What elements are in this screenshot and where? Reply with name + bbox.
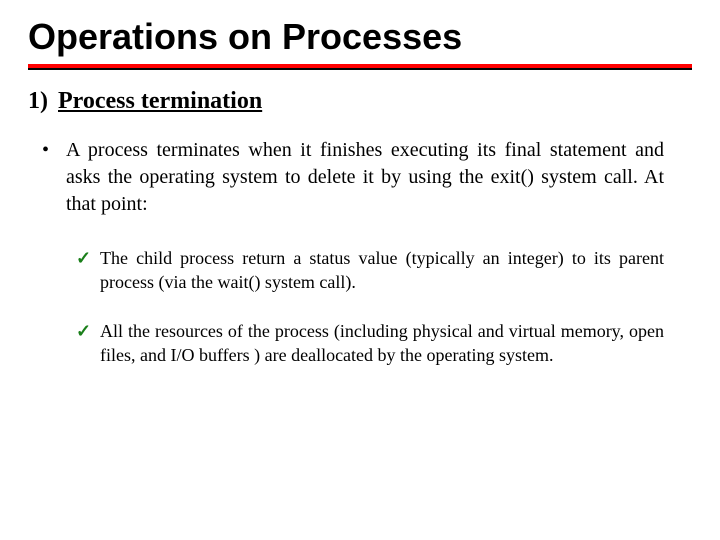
section-number: 1) [28,88,48,115]
section-heading: Process termination [58,88,262,115]
check-text-1: The child process return a status value … [100,246,664,295]
check-text-2: All the resources of the process (includ… [100,319,664,368]
check-icon: ✓ [76,246,92,295]
bullet-item: • A process terminates when it finishes … [42,137,664,218]
section-heading-row: 1) Process termination [28,88,692,115]
bullet-text: A process terminates when it finishes ex… [66,137,664,218]
check-icon: ✓ [76,319,92,368]
check-item-2: ✓ All the resources of the process (incl… [76,319,664,368]
check-item-1: ✓ The child process return a status valu… [76,246,664,295]
black-divider [28,68,692,70]
bullet-icon: • [42,137,56,218]
slide-title: Operations on Processes [28,16,692,58]
